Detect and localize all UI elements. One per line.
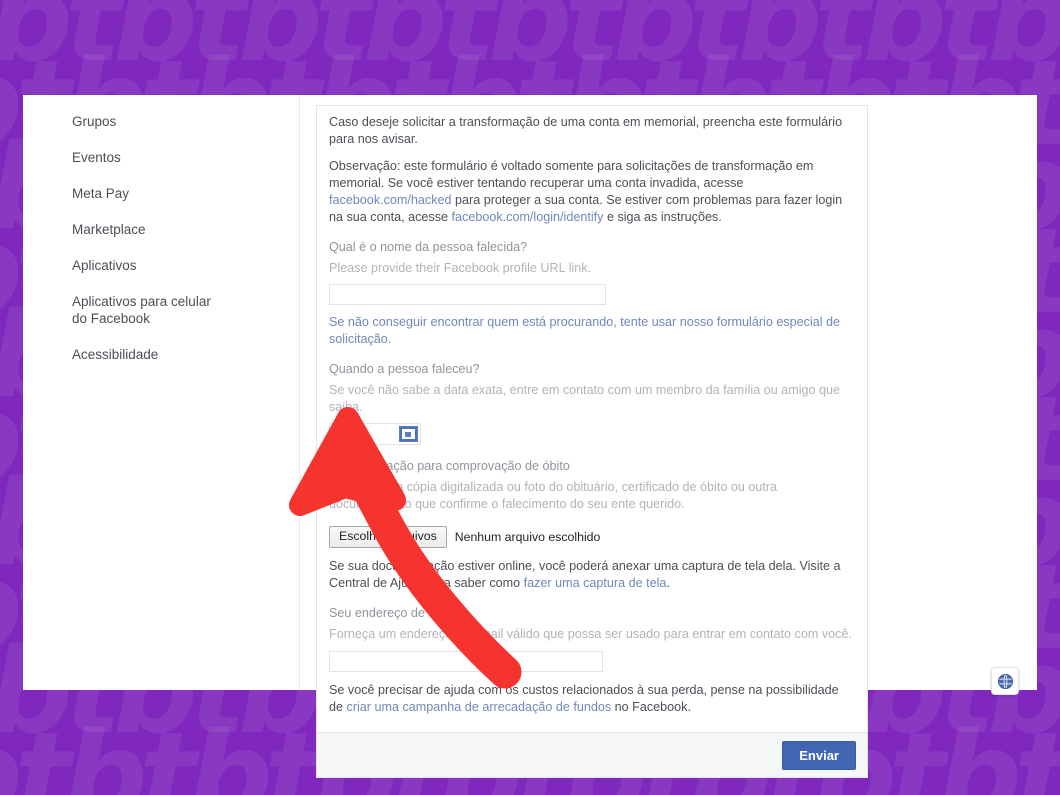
sidebar-item-aplicativos-celular[interactable]: Aplicativos para celular do Facebook <box>72 287 242 333</box>
email-help-text: Forneça um endereço de email válido que … <box>329 627 852 641</box>
choose-files-button[interactable]: Escolher arquivos <box>329 526 447 548</box>
form-body: Caso deseje solicitar a transformação de… <box>317 106 867 732</box>
screenshot-root: tbtbtbtbtbtbtbtbtbtbtbtbtbtbtbtbtbtbtbtb… <box>0 0 1060 795</box>
memorialization-content: Caso deseje solicitar a transformação de… <box>300 95 1037 778</box>
name-help-text: Please provide their Facebook profile UR… <box>329 261 592 275</box>
file-upload-row: Escolher arquivos Nenhum arquivo escolhi… <box>329 526 855 548</box>
form-footer: Enviar <box>317 732 867 777</box>
screenshot-paragraph: Se sua documentação estiver online, você… <box>329 558 855 592</box>
screenshot-text-2: . <box>666 576 670 590</box>
fundraiser-text-2: no Facebook. <box>611 700 691 714</box>
doc-question-label: Documentação para comprovação de óbito <box>329 459 570 473</box>
date-question-label: Quando a pessoa faleceu? <box>329 362 480 376</box>
email-input[interactable] <box>329 651 603 672</box>
email-question-label: Seu endereço de email <box>329 606 459 620</box>
hacked-link[interactable]: facebook.com/hacked <box>329 193 452 207</box>
sidebar-item-eventos[interactable]: Eventos <box>72 143 242 172</box>
fundraiser-paragraph: Se você precisar de ajuda com os custos … <box>329 682 855 716</box>
sidebar-item-acessibilidade[interactable]: Acessibilidade <box>72 340 242 369</box>
sidebar-item-grupos[interactable]: Grupos <box>72 107 242 136</box>
note-text-1: Observação: este formulário é voltado so… <box>329 159 814 190</box>
memorialization-form-panel: Caso deseje solicitar a transformação de… <box>316 105 868 778</box>
special-request-line: Se não conseguir encontrar quem está pro… <box>329 314 855 348</box>
calendar-icon[interactable] <box>399 426 418 442</box>
screenshot-help-link[interactable]: fazer uma captura de tela <box>524 576 667 590</box>
date-help-text: Se você não sabe a data exata, entre em … <box>329 383 841 414</box>
sidebar-item-meta-pay[interactable]: Meta Pay <box>72 179 242 208</box>
page-card: Grupos Eventos Meta Pay Marketplace Apli… <box>23 95 1037 778</box>
settings-sidebar: Grupos Eventos Meta Pay Marketplace Apli… <box>23 95 300 690</box>
globe-icon[interactable] <box>991 667 1019 695</box>
intro-paragraph: Caso deseje solicitar a transformação de… <box>329 115 843 146</box>
date-input-wrapper[interactable] <box>329 423 421 445</box>
note-paragraph: Observação: este formulário é voltado so… <box>329 158 855 226</box>
doc-help-text: Forneça uma cópia digitalizada ou foto d… <box>329 480 778 511</box>
sidebar-item-marketplace[interactable]: Marketplace <box>72 215 242 244</box>
watermark-row: tbtbtbtbtbtbtbtbtbtbtbtbtbtbtbtbtbtbtbtb… <box>0 0 1060 88</box>
name-question-label: Qual é o nome da pessoa falecida? <box>329 240 528 254</box>
name-input[interactable] <box>329 284 606 305</box>
fundraiser-link[interactable]: criar uma campanha de arrecadação de fun… <box>347 700 612 714</box>
login-identify-link[interactable]: facebook.com/login/identify <box>452 210 604 224</box>
submit-button[interactable]: Enviar <box>782 740 856 770</box>
globe-glyph <box>997 673 1013 689</box>
note-text-3: e siga as instruções. <box>603 210 722 224</box>
sidebar-item-aplicativos[interactable]: Aplicativos <box>72 251 242 280</box>
file-status-label: Nenhum arquivo escolhido <box>454 530 601 544</box>
special-request-link[interactable]: Se não conseguir encontrar quem está pro… <box>329 315 840 346</box>
